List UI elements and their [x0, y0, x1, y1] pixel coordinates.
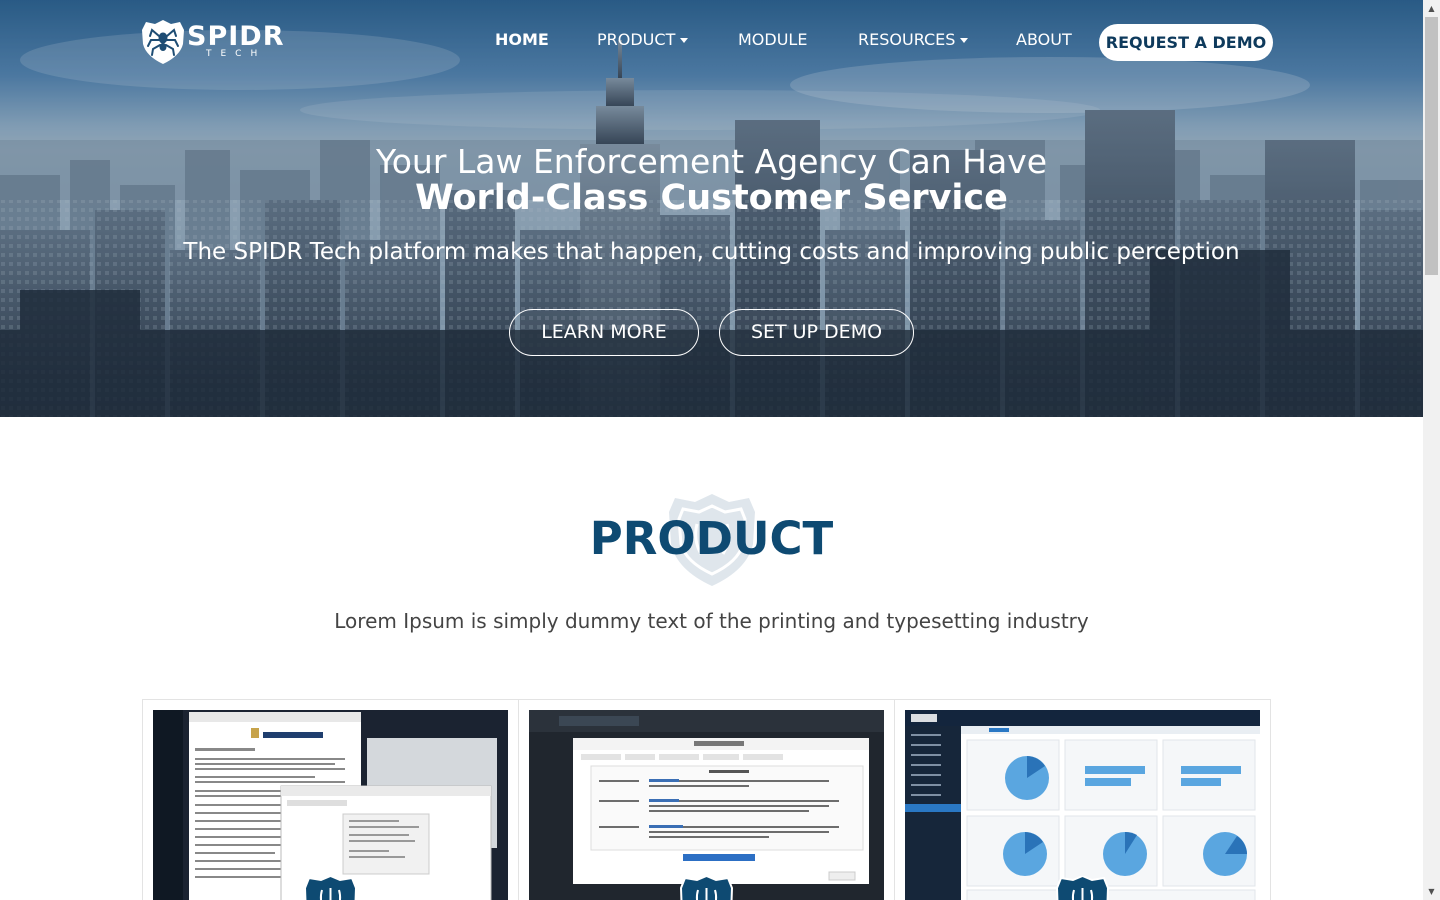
product-screenshot-analytics-dashboard — [905, 710, 1260, 900]
logo-wordmark: SPIDR — [187, 21, 285, 52]
nav-module[interactable]: MODULE — [738, 30, 807, 49]
scrollbar-thumb[interactable] — [1425, 17, 1438, 275]
nav-module-label: MODULE — [738, 30, 808, 49]
hero-banner: SPIDR TECH HOME PRODUCT MODULE RESOURCES… — [0, 0, 1423, 417]
product-card[interactable] — [142, 699, 519, 900]
product-screenshot-request-details — [529, 710, 884, 900]
hero-title-line1: Your Law Enforcement Agency Can Have — [375, 142, 1048, 181]
nav-product[interactable]: PRODUCT — [597, 30, 689, 49]
scroll-up-arrow-icon[interactable]: ▲ — [1423, 0, 1440, 17]
scroll-down-arrow-icon[interactable]: ▼ — [1423, 883, 1440, 900]
caret-down-icon — [960, 38, 969, 43]
spider-badge-icon — [142, 20, 184, 64]
nav-product-label: PRODUCT — [597, 30, 676, 49]
product-section-title: PRODUCT — [589, 512, 834, 565]
shield-badge-icon — [303, 876, 358, 900]
request-demo-button[interactable]: REQUEST A DEMO — [1099, 24, 1273, 61]
nav-about-label: ABOUT — [1016, 30, 1072, 49]
spidr-tech-logo[interactable]: SPIDR TECH — [140, 18, 300, 68]
logo-subtext: TECH — [206, 49, 267, 59]
set-up-demo-button[interactable]: SET UP DEMO — [719, 309, 914, 356]
nav-home-label: HOME — [495, 30, 549, 49]
nav-resources-label: RESOURCES — [858, 30, 956, 49]
product-section-subtitle: Lorem Ipsum is simply dummy text of the … — [334, 609, 1089, 633]
nav-home[interactable]: HOME — [495, 30, 549, 49]
shield-badge-icon — [1055, 876, 1110, 900]
caret-down-icon — [680, 38, 689, 43]
hero-title-line2: World-Class Customer Service — [415, 178, 1008, 218]
product-card[interactable] — [894, 699, 1271, 900]
nav-about[interactable]: ABOUT — [1016, 30, 1072, 49]
product-card[interactable] — [518, 699, 895, 900]
hero-subtitle: The SPIDR Tech platform makes that happe… — [183, 239, 1240, 265]
nav-resources[interactable]: RESOURCES — [858, 30, 969, 49]
learn-more-button[interactable]: LEARN MORE — [509, 309, 699, 356]
product-screenshot-email — [153, 710, 508, 900]
vertical-scrollbar[interactable]: ▲ ▼ — [1423, 0, 1440, 900]
shield-badge-icon — [679, 876, 734, 900]
